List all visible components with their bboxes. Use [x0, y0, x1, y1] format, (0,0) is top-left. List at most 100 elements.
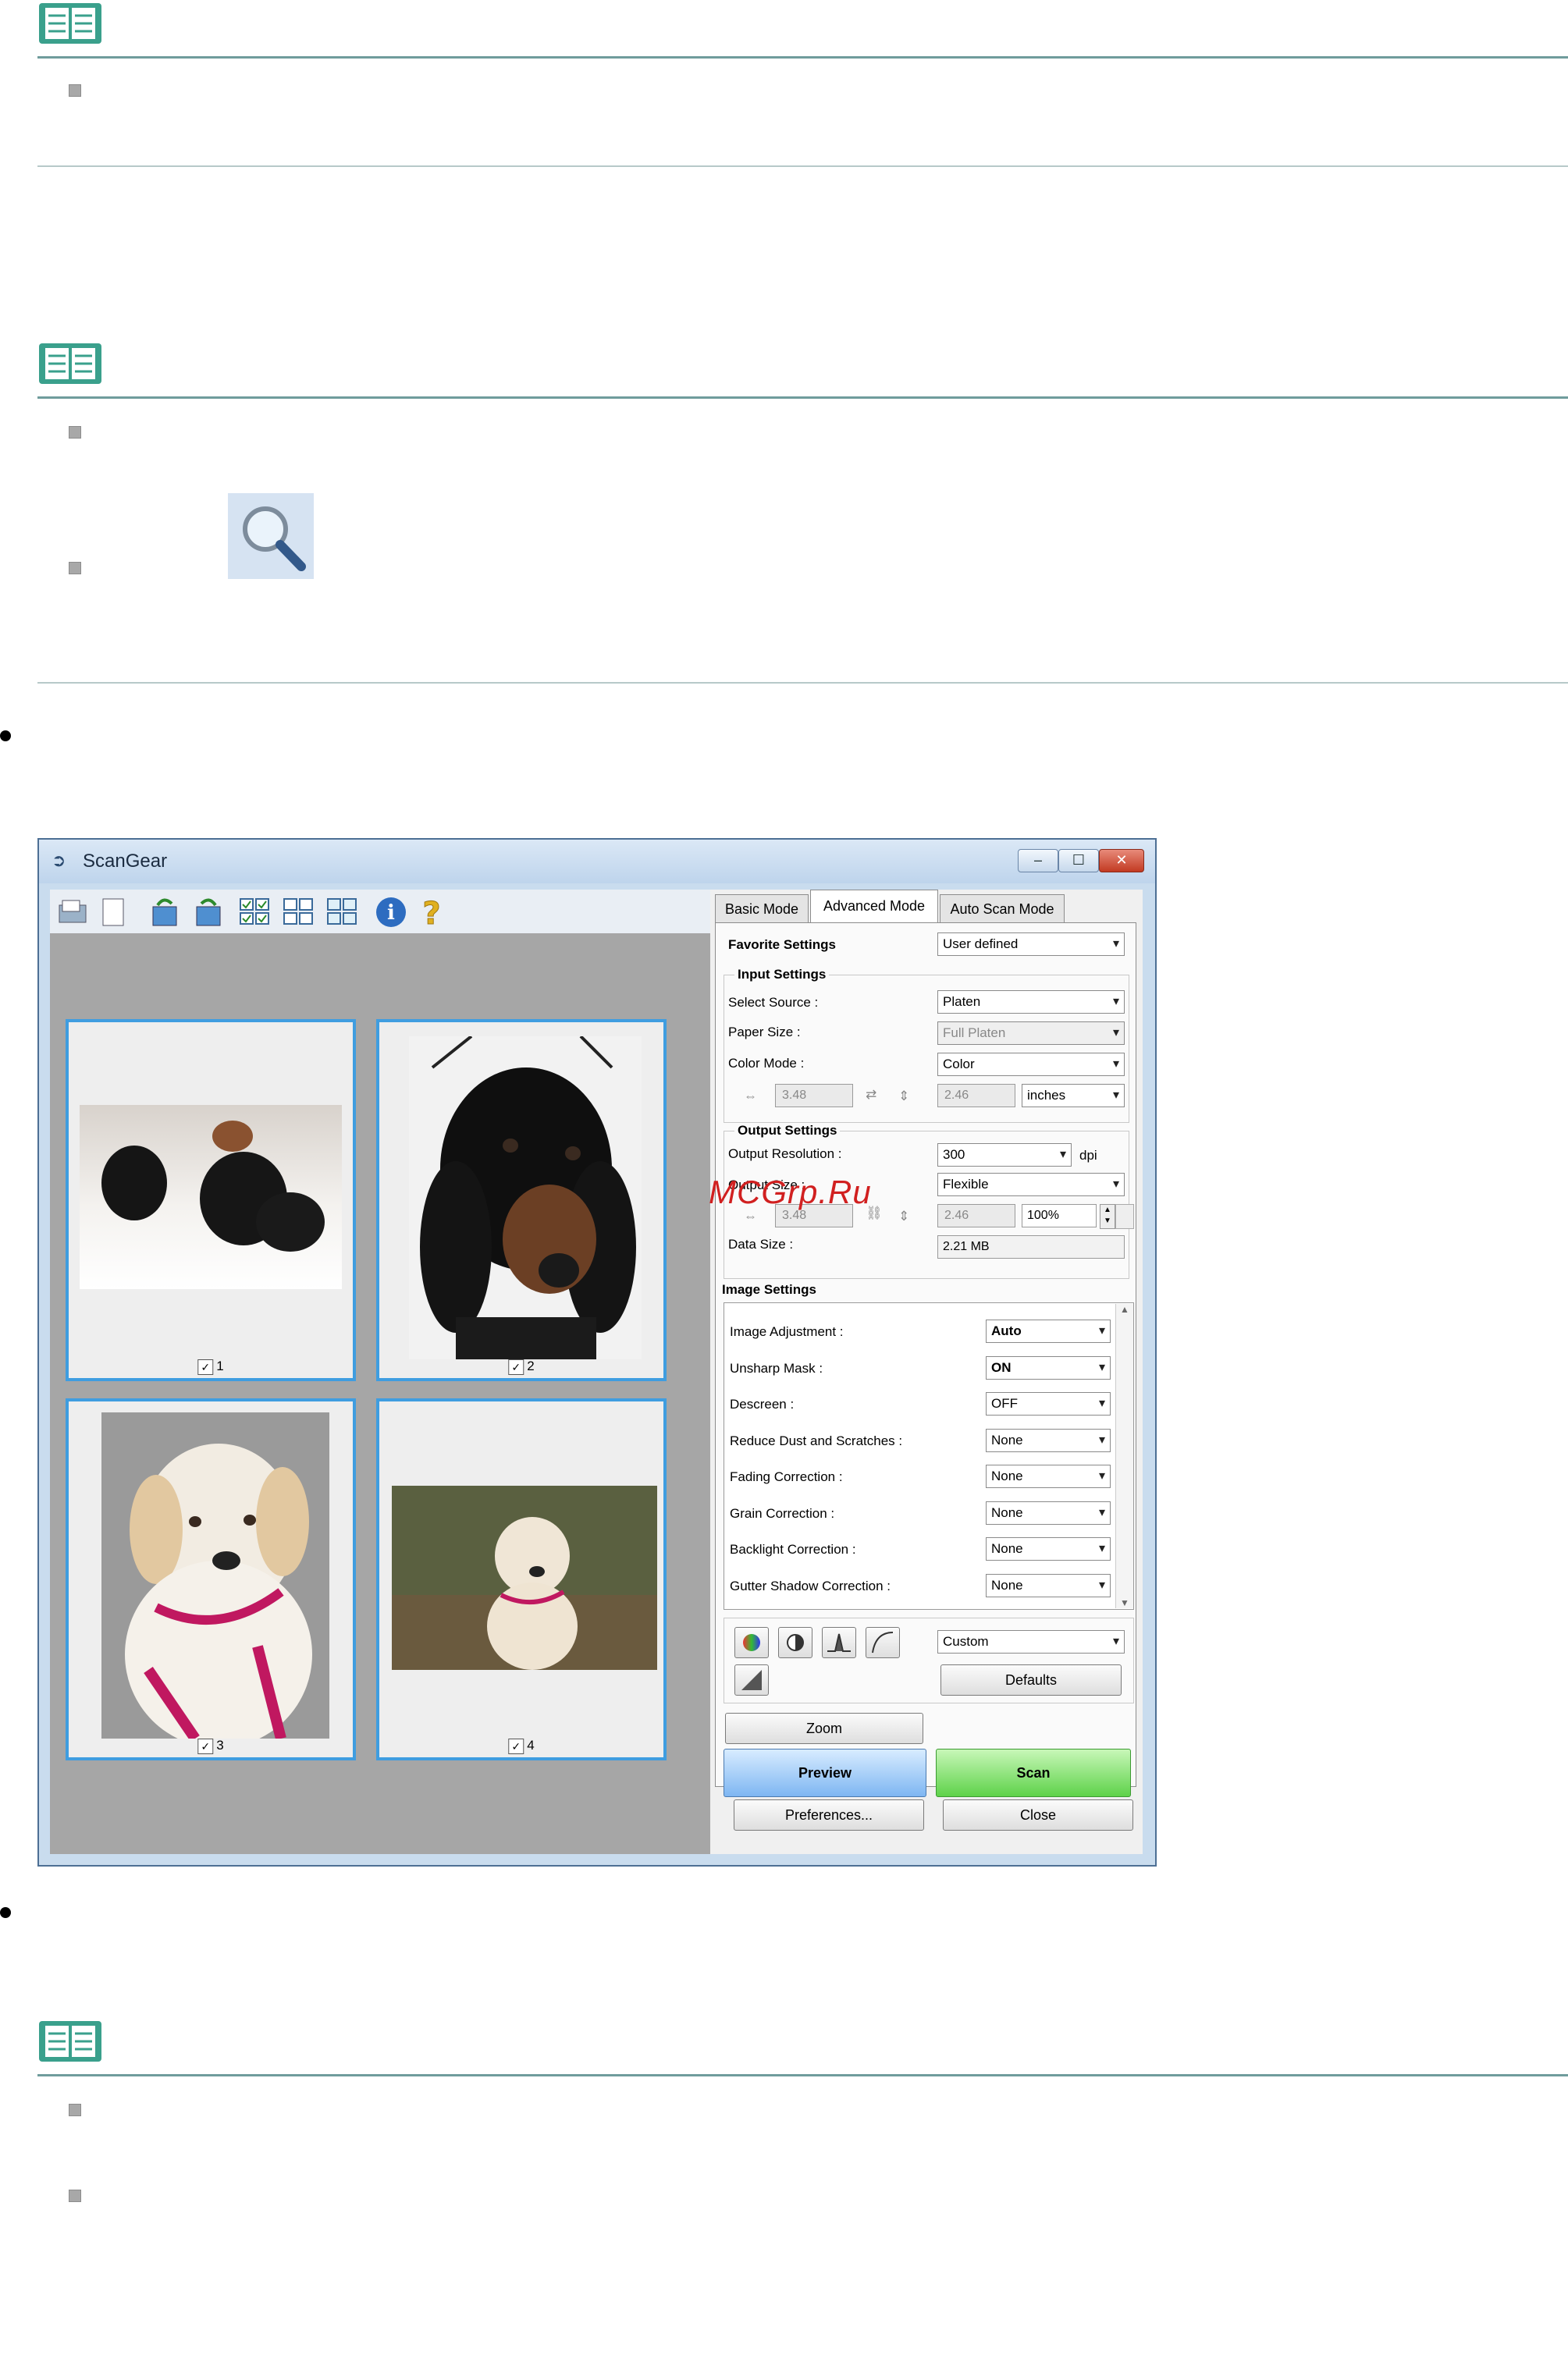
rotate-left-icon[interactable]	[147, 894, 183, 930]
maximize-button[interactable]: ☐	[1058, 849, 1099, 872]
watermark-text: MCGrp.Ru	[709, 1174, 872, 1210]
image-settings-list	[724, 1302, 1134, 1610]
scale-reset-icon[interactable]	[1115, 1204, 1134, 1229]
image-setting-select[interactable]: None	[986, 1465, 1111, 1488]
thumbnail-1[interactable]: ✓ 1	[66, 1019, 356, 1381]
output-height-field[interactable]: 2.46	[937, 1204, 1015, 1227]
thumbnail-3[interactable]: ✓ 3	[66, 1398, 356, 1760]
thumbnail-checkbox-label[interactable]: ✓ 2	[508, 1359, 535, 1375]
output-size-select[interactable]: Flexible	[937, 1173, 1125, 1196]
width-arrow-icon: ⇔	[744, 1209, 757, 1224]
info-icon[interactable]: i	[373, 894, 409, 930]
unit-select[interactable]: inches	[1022, 1084, 1125, 1107]
data-size-value: 2.21 MB	[937, 1235, 1125, 1259]
image-setting-select[interactable]: ON	[986, 1356, 1111, 1380]
width-arrow-icon: ⇔	[744, 1089, 757, 1103]
preview-area: ✓ 1 ✓ 2 ✓ 3 ✓ 4	[50, 933, 710, 1854]
thumbnail-checkbox-label[interactable]: ✓ 1	[197, 1359, 224, 1375]
dpi-label: dpi	[1079, 1148, 1097, 1163]
window-title: ScanGear	[83, 851, 168, 872]
minimize-button[interactable]: –	[1018, 849, 1058, 872]
image-setting-select[interactable]: Auto	[986, 1320, 1111, 1343]
scangear-window: ➲ ScanGear – ☐ ✕ i ? ✓ 1 ✓ 2 ✓ 3 ✓ 4 Bas…	[37, 838, 1157, 1867]
threshold-icon[interactable]	[734, 1664, 769, 1696]
checkbox-checked-icon[interactable]: ✓	[197, 1739, 214, 1754]
output-resolution-label: Output Resolution :	[728, 1146, 842, 1161]
thumbnail-checkbox-label[interactable]: ✓ 3	[197, 1738, 224, 1754]
image-setting-label: Backlight Correction :	[730, 1542, 856, 1557]
output-settings-heading: Output Settings	[734, 1123, 841, 1138]
input-height-field[interactable]: 2.46	[937, 1084, 1015, 1107]
input-settings-heading: Input Settings	[734, 967, 830, 982]
tab-basic-mode[interactable]: Basic Mode	[715, 894, 809, 922]
thumbnail-view-small-icon[interactable]	[325, 894, 361, 930]
defaults-button[interactable]: Defaults	[940, 1664, 1122, 1696]
checkbox-checked-icon[interactable]: ✓	[197, 1359, 214, 1375]
list-bullet-round	[0, 1907, 11, 1918]
image-setting-label: Gutter Shadow Correction :	[730, 1579, 891, 1593]
checkbox-checked-icon[interactable]: ✓	[508, 1739, 524, 1754]
svg-text:?: ?	[422, 896, 440, 930]
thumbnail-2[interactable]: ✓ 2	[376, 1019, 667, 1381]
scan-source-icon[interactable]	[55, 894, 91, 930]
note-divider-bottom	[37, 165, 1568, 167]
image-setting-label: Grain Correction :	[730, 1506, 835, 1521]
note-book-icon	[37, 340, 103, 387]
note-book-icon	[37, 2018, 103, 2065]
data-size-label: Data Size :	[728, 1237, 794, 1252]
favorite-settings-select[interactable]: User defined	[937, 932, 1125, 956]
toolbar: i ?	[50, 890, 710, 933]
zoom-button[interactable]: Zoom	[725, 1713, 923, 1744]
checkbox-checked-icon[interactable]: ✓	[508, 1359, 524, 1375]
magnifier-icon	[228, 493, 314, 579]
image-setting-select[interactable]: None	[986, 1501, 1111, 1525]
close-button[interactable]: Close	[943, 1799, 1133, 1831]
preview-button[interactable]: Preview	[724, 1749, 926, 1797]
color-mode-select[interactable]: Color	[937, 1053, 1125, 1076]
image-setting-label: Reduce Dust and Scratches :	[730, 1433, 903, 1448]
note-book-icon	[37, 0, 103, 47]
image-setting-select[interactable]: None	[986, 1429, 1111, 1452]
photo-two-dogs	[80, 1105, 342, 1289]
output-resolution-select[interactable]: 300	[937, 1143, 1072, 1167]
preferences-button[interactable]: Preferences...	[734, 1799, 924, 1831]
paper-size-select[interactable]: Full Platen	[937, 1021, 1125, 1045]
image-setting-select[interactable]: OFF	[986, 1392, 1111, 1416]
swap-dimensions-icon[interactable]: ⇄	[866, 1087, 876, 1103]
select-source-select[interactable]: Platen	[937, 990, 1125, 1014]
tab-auto-scan-mode[interactable]: Auto Scan Mode	[940, 894, 1065, 922]
photo-labrador-closeup	[101, 1412, 329, 1748]
thumbnail-4[interactable]: ✓ 4	[376, 1398, 667, 1760]
list-bullet	[69, 562, 81, 574]
scale-spinner[interactable]: ▲ ▼	[1100, 1204, 1115, 1229]
color-balance-icon[interactable]	[734, 1627, 769, 1658]
input-width-field[interactable]: 3.48	[775, 1084, 853, 1107]
note-divider-bottom	[37, 682, 1568, 684]
color-preset-select[interactable]: Custom	[937, 1630, 1125, 1654]
tone-curve-icon[interactable]	[866, 1627, 900, 1658]
image-setting-label: Image Adjustment :	[730, 1324, 844, 1339]
scan-button[interactable]: Scan	[936, 1749, 1131, 1797]
brightness-contrast-icon[interactable]	[778, 1627, 812, 1658]
thumbnail-view-medium-icon[interactable]	[281, 894, 317, 930]
svg-text:i: i	[387, 901, 395, 925]
image-setting-select[interactable]: None	[986, 1574, 1111, 1597]
thumbnail-checkbox-label[interactable]: ✓ 4	[508, 1738, 535, 1754]
blank-page-icon[interactable]	[95, 894, 131, 930]
note-divider-top	[37, 2074, 1568, 2076]
histogram-icon[interactable]	[822, 1627, 856, 1658]
scangear-app-icon: ➲	[52, 851, 66, 870]
list-bullet	[69, 2190, 81, 2202]
image-settings-scrollbar[interactable]: ▲ ▼	[1115, 1304, 1133, 1608]
thumbnail-view-large-icon[interactable]	[237, 894, 273, 930]
photo-dachshund	[409, 1035, 642, 1359]
select-source-label: Select Source :	[728, 995, 819, 1010]
help-icon[interactable]: ?	[414, 894, 450, 932]
scale-field[interactable]: 100%	[1022, 1204, 1097, 1227]
photo-labrador-grass	[392, 1486, 657, 1670]
paper-size-label: Paper Size :	[728, 1025, 801, 1039]
rotate-right-icon[interactable]	[190, 894, 226, 930]
window-close-button[interactable]: ✕	[1099, 849, 1144, 872]
image-setting-select[interactable]: None	[986, 1537, 1111, 1561]
tab-advanced-mode[interactable]: Advanced Mode	[810, 890, 938, 924]
